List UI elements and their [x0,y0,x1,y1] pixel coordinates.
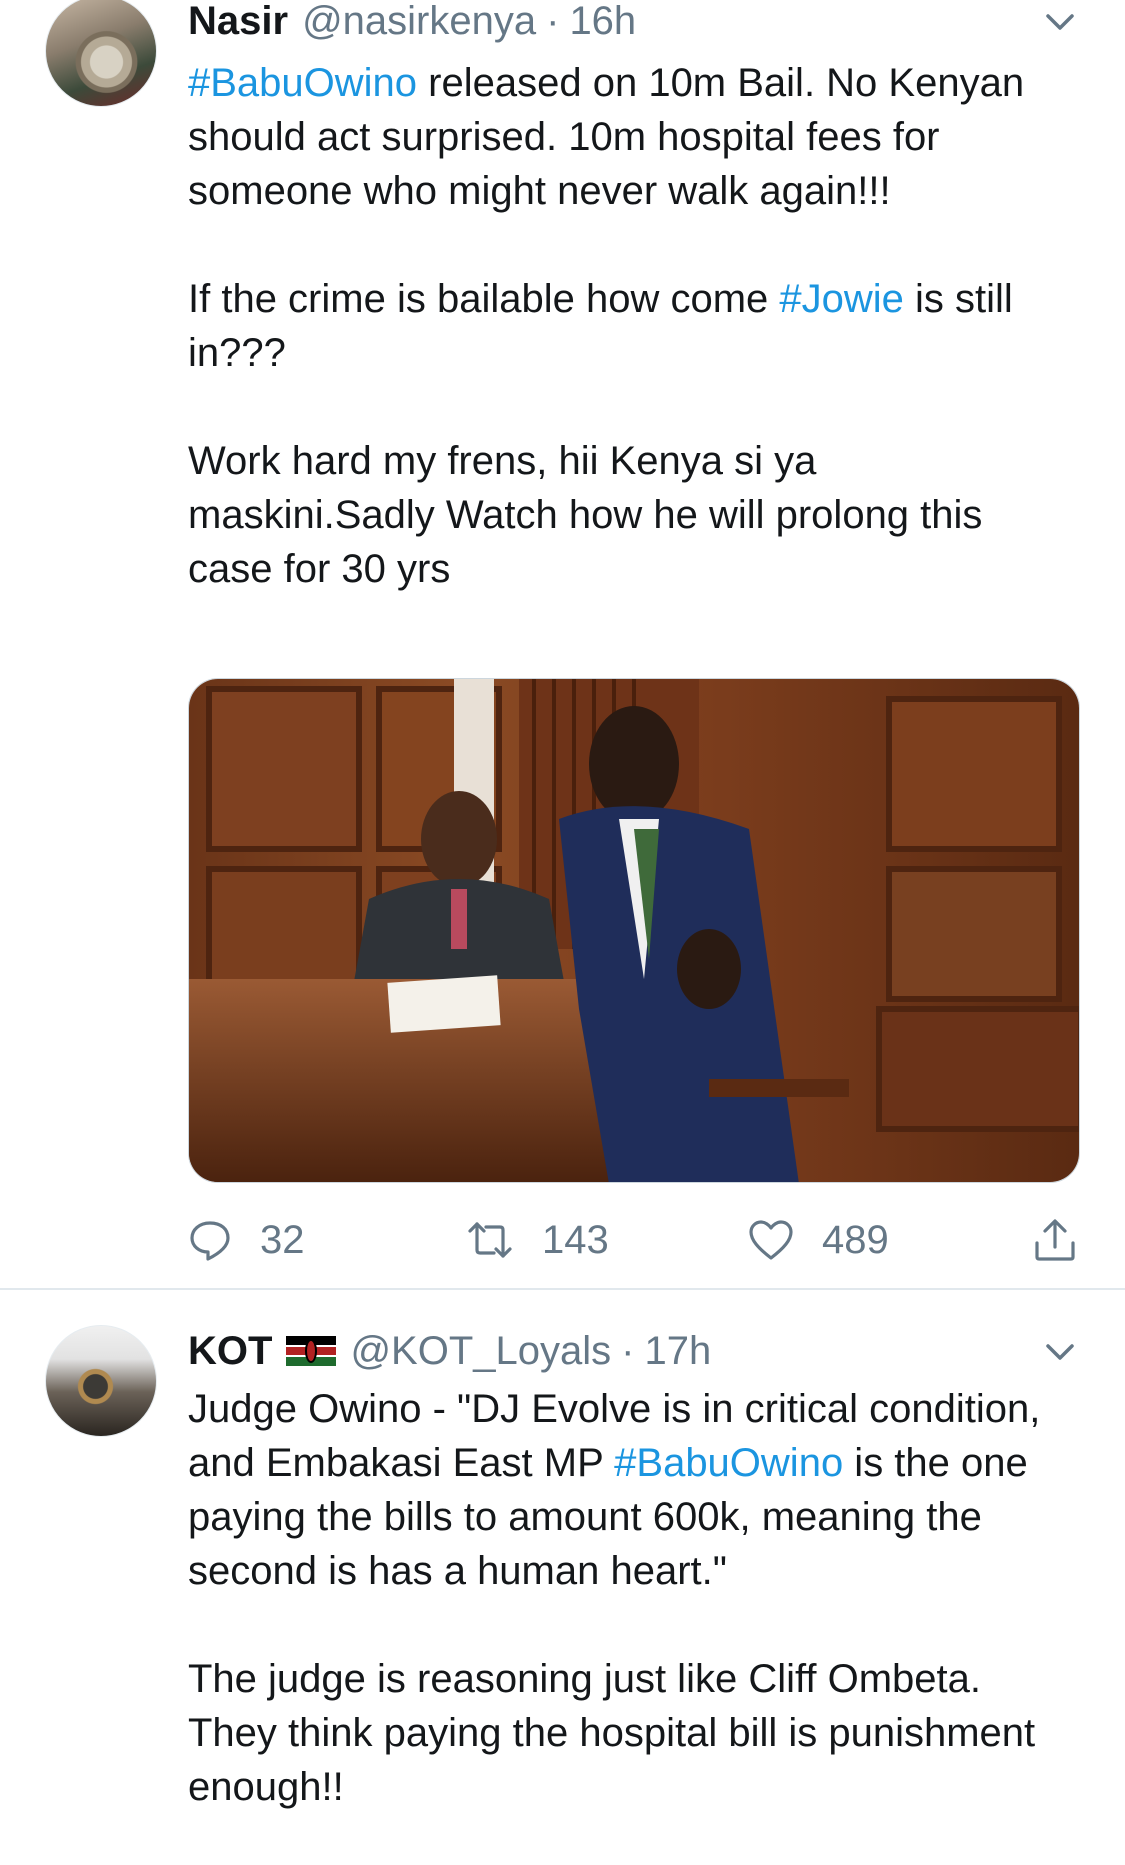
tweet-text: Judge Owino - "DJ Evolve is in critical … [188,1382,1068,1814]
display-name[interactable]: KOT [188,1329,272,1374]
avatar[interactable] [45,1325,157,1437]
chevron-down-icon[interactable] [1042,1334,1078,1370]
tweet-paragraph: Judge Owino - "DJ Evolve is in critical … [188,1382,1068,1598]
tweet-timestamp[interactable]: 17h [644,1329,711,1374]
kenya-flag-icon [286,1336,337,1366]
tweet-text-segment: The judge is reasoning just like Cliff O… [188,1657,1036,1809]
hashtag-link[interactable]: #BabuOwino [614,1441,843,1485]
tweet-header: KOT @KOT_Loyals · 17h [188,1326,711,1376]
tweet-kot[interactable]: KOT @KOT_Loyals · 17h Judge Owino - "DJ … [0,0,1125,1865]
separator-dot: · [621,1328,635,1373]
tweet-paragraph: The judge is reasoning just like Cliff O… [188,1652,1068,1814]
user-handle[interactable]: @KOT_Loyals [350,1329,611,1374]
